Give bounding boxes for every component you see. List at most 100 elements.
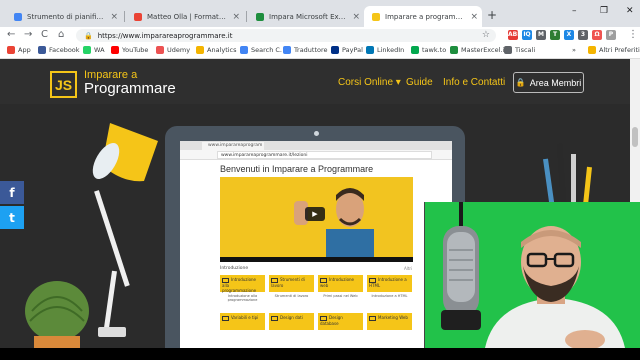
tab-microsoft-excel[interactable]: Impara Microsoft Excel | Corso I × — [248, 6, 364, 27]
browser-menu-icon[interactable]: ⋮ — [628, 29, 638, 40]
inner-course-card: Variabili e tipi — [220, 313, 265, 330]
course-card-label: Design dati — [280, 315, 303, 320]
laptop-screen: www.imparareaprogram www.imparareaprogra… — [180, 141, 452, 348]
forward-button[interactable]: → — [24, 29, 32, 40]
bookmark-facebook[interactable]: Facebook — [38, 46, 80, 54]
tab-favicon-icon — [372, 12, 380, 21]
tab-favicon-icon — [256, 12, 264, 21]
video-bottom-bar — [0, 348, 640, 360]
bookmark-favicon-icon — [240, 46, 248, 54]
inner-course-card: Introduzione alla programmazione — [220, 275, 265, 293]
bookmark-paypal[interactable]: PayPal — [331, 46, 363, 54]
twitter-share-icon[interactable]: t — [0, 206, 24, 229]
close-tab-icon[interactable]: × — [232, 12, 240, 22]
minimize-button[interactable]: – — [572, 6, 577, 16]
site-header: JS Imparare a Programmare Corsi Online ▾… — [0, 59, 630, 104]
course-card-label: Variabili e tipi — [231, 315, 259, 320]
inner-tab-title: www.imparareaprogram — [202, 142, 264, 150]
tab-imparare-a-programmare[interactable]: Imparare a programmare | Corso × — [364, 6, 482, 27]
site-logo-mark[interactable]: JS — [50, 71, 77, 98]
close-window-button[interactable]: ✕ — [626, 6, 634, 16]
bookmark-linkedin[interactable]: LinkedIn — [366, 46, 404, 54]
bookmarks-overflow-button[interactable]: » — [572, 46, 576, 54]
course-card-caption: Primi passi nel Web — [323, 294, 358, 298]
bookmark-favicon-icon — [450, 46, 458, 54]
bookmark-wa[interactable]: WA — [83, 46, 105, 54]
extension-icon[interactable]: X — [564, 30, 574, 40]
extension-icon[interactable]: P — [606, 30, 616, 40]
bookmark-app[interactable]: App — [7, 46, 31, 54]
close-tab-icon[interactable]: × — [470, 12, 478, 22]
cactus-illustration — [25, 281, 89, 348]
bookmark-star-icon[interactable]: ☆ — [482, 30, 490, 40]
inner-address-bar: www.imparareaprogrammare.it/lezioni — [180, 150, 452, 160]
bookmark-label: Altri Preferiti — [599, 46, 640, 54]
nav-guide[interactable]: Guide — [406, 77, 433, 88]
course-card-icon — [222, 315, 229, 321]
bookmark-youtube[interactable]: YouTube — [111, 46, 148, 54]
area-membri-label: Area Membri — [529, 77, 582, 88]
tab-favicon-icon — [134, 12, 142, 21]
bookmark-udemy[interactable]: Udemy — [156, 46, 190, 54]
scrollbar-thumb[interactable] — [632, 127, 638, 147]
bookmark-label: Analytics — [207, 46, 237, 54]
bookmark-favicon-icon — [588, 46, 596, 54]
bookmark-label: App — [18, 46, 31, 54]
course-card-caption: Introduzione a HTML — [371, 294, 408, 298]
bookmark-label: MasterExcel.it — [461, 46, 507, 54]
inner-video-player: ▶ — [220, 177, 413, 259]
bookmark-traduttore[interactable]: Traduttore — [283, 46, 328, 54]
bookmark-label: Udemy — [167, 46, 191, 54]
bookmark-altri-preferiti[interactable]: Altri Preferiti — [588, 46, 640, 54]
extension-icon[interactable]: ABP — [508, 30, 522, 40]
extension-icon[interactable]: T — [550, 30, 560, 40]
area-membri-button[interactable]: 🔒 Area Membri — [513, 72, 584, 93]
presenter-webcam-image — [441, 202, 625, 348]
bookmark-search-c-[interactable]: Search C. — [240, 46, 282, 54]
nav-info-contatti[interactable]: Info e Contatti — [443, 77, 505, 88]
bookmark-tawk-to[interactable]: tawk.to — [411, 46, 446, 54]
site-logo-line2[interactable]: Programmare — [84, 80, 176, 97]
close-tab-icon[interactable]: × — [352, 12, 360, 22]
extension-icon[interactable]: 3 — [578, 30, 588, 40]
lock-icon: 🔒 — [84, 31, 93, 40]
close-tab-icon[interactable]: × — [110, 12, 118, 22]
bookmark-tiscali[interactable]: Tiscali — [504, 46, 535, 54]
bookmark-favicon-icon — [283, 46, 291, 54]
lamp-base — [98, 327, 126, 337]
bookmark-favicon-icon — [366, 46, 374, 54]
facebook-share-icon[interactable]: f — [0, 181, 24, 204]
tab-strip: Strumento di pianificazione defi × Matte… — [0, 0, 640, 27]
inner-course-card: Strumenti di lavoro — [269, 275, 314, 292]
restore-button[interactable]: ❐ — [600, 6, 608, 16]
extension-icon[interactable]: IQ — [522, 30, 532, 40]
home-button[interactable]: ⌂ — [58, 29, 64, 40]
back-button[interactable]: ← — [7, 29, 15, 40]
bookmark-favicon-icon — [196, 46, 204, 54]
bookmark-analytics[interactable]: Analytics — [196, 46, 237, 54]
inner-video-controls — [220, 257, 413, 262]
new-tab-button[interactable]: + — [487, 8, 497, 22]
bookmark-favicon-icon — [331, 46, 339, 54]
inner-page-heading: Benvenuti in Imparare a Programmare — [220, 164, 374, 174]
bookmark-masterexcel-it[interactable]: MasterExcel.it — [450, 46, 507, 54]
address-bar[interactable]: 🔒 https://www.imparareaprogrammare.it ☆ — [76, 29, 496, 42]
tab-matteo-olla[interactable]: Matteo Olla | Formatore e Impr × — [126, 6, 244, 27]
inner-tab-strip: www.imparareaprogram — [180, 141, 452, 150]
bookmark-favicon-icon — [83, 46, 91, 54]
nav-corsi-online[interactable]: Corsi Online ▾ — [338, 77, 401, 88]
extension-icon[interactable]: M — [536, 30, 546, 40]
course-card-icon — [369, 315, 376, 321]
tab-pianificazione[interactable]: Strumento di pianificazione defi × — [6, 6, 122, 27]
bookmark-label: LinkedIn — [377, 46, 405, 54]
laptop-camera — [314, 131, 319, 136]
browser-toolbar: ← → C ⌂ 🔒 https://www.imparareaprogramma… — [0, 27, 640, 44]
inner-url: www.imparareaprogrammare.it/lezioni — [217, 151, 432, 159]
presenter-image — [326, 188, 374, 259]
reload-button[interactable]: C — [41, 29, 48, 40]
bookmark-favicon-icon — [156, 46, 164, 54]
inner-course-card: Design dati — [269, 313, 314, 330]
extension-icon[interactable]: Ω — [592, 30, 602, 40]
play-icon: ▶ — [305, 207, 325, 221]
inner-section-label: Introduzione — [220, 266, 249, 271]
